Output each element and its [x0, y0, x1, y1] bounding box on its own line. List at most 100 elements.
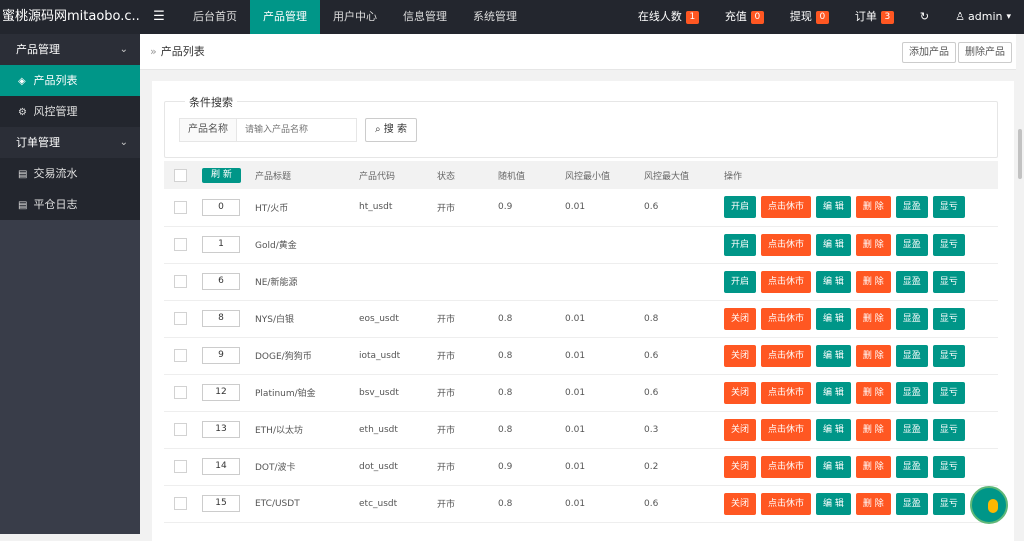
app-title[interactable]: 蜜桃源码网mitaobo.c...	[0, 0, 140, 34]
row-checkbox[interactable]	[174, 423, 187, 436]
top-nav-item[interactable]: 产品管理	[250, 0, 320, 34]
toggle-market-button[interactable]: 关闭	[724, 492, 757, 515]
sort-input[interactable]: 14	[202, 458, 240, 475]
chat-float-button[interactable]	[970, 486, 1008, 524]
product-name-input[interactable]	[237, 118, 357, 142]
sort-input[interactable]: 1	[202, 236, 240, 253]
show-loss-button[interactable]: 显亏	[932, 196, 965, 219]
edit-button[interactable]: 编 辑	[816, 233, 851, 256]
delete-button[interactable]: 删 除	[855, 381, 891, 404]
withdraw-link[interactable]: 提现 0	[777, 0, 842, 34]
top-nav-item[interactable]: 后台首页	[180, 0, 250, 34]
show-loss-button[interactable]: 显亏	[932, 233, 965, 256]
scrollbar-thumb[interactable]	[1018, 129, 1022, 179]
delete-product-button[interactable]: 删除产品	[958, 42, 1012, 63]
sort-input[interactable]: 15	[202, 495, 240, 512]
show-loss-button[interactable]: 显亏	[932, 455, 965, 478]
sidebar-group-product[interactable]: 产品管理 ⌄	[0, 34, 140, 65]
holiday-button[interactable]: 点击休市	[761, 455, 812, 478]
sort-input[interactable]: 9	[202, 347, 240, 364]
delete-button[interactable]: 删 除	[855, 233, 891, 256]
sidebar-group-orders[interactable]: 订单管理 ⌄	[0, 127, 140, 158]
show-loss-button[interactable]: 显亏	[932, 344, 965, 367]
sidebar-item-product-list[interactable]: ◈ 产品列表	[0, 65, 140, 96]
sort-input[interactable]: 0	[202, 198, 240, 216]
recharge-link[interactable]: 充值 0	[712, 0, 777, 34]
show-profit-button[interactable]: 显盈	[895, 196, 928, 219]
select-all-checkbox[interactable]	[174, 168, 187, 182]
top-nav-item[interactable]: 信息管理	[390, 0, 460, 34]
show-loss-button[interactable]: 显亏	[932, 492, 965, 515]
edit-button[interactable]: 编 辑	[816, 455, 851, 478]
holiday-button[interactable]: 点击休市	[761, 270, 812, 293]
sort-input[interactable]: 6	[202, 273, 240, 290]
delete-button[interactable]: 删 除	[855, 307, 891, 330]
holiday-button[interactable]: 点击休市	[761, 344, 812, 367]
holiday-button[interactable]: 点击休市	[761, 196, 812, 219]
show-profit-button[interactable]: 显盈	[895, 270, 928, 293]
delete-button[interactable]: 删 除	[855, 270, 891, 293]
row-checkbox[interactable]	[174, 460, 187, 473]
toggle-market-button[interactable]: 关闭	[724, 381, 757, 404]
row-checkbox[interactable]	[174, 497, 187, 510]
edit-button[interactable]: 编 辑	[816, 307, 851, 330]
show-loss-button[interactable]: 显亏	[932, 307, 965, 330]
toggle-market-button[interactable]: 开启	[724, 196, 757, 219]
show-loss-button[interactable]: 显亏	[932, 270, 965, 293]
online-users[interactable]: 在线人数 1	[625, 0, 712, 34]
show-profit-button[interactable]: 显盈	[895, 344, 928, 367]
scrollbar[interactable]	[1016, 34, 1024, 534]
edit-button[interactable]: 编 辑	[816, 418, 851, 441]
holiday-button[interactable]: 点击休市	[761, 307, 812, 330]
delete-button[interactable]: 删 除	[855, 492, 891, 515]
row-checkbox[interactable]	[174, 349, 187, 362]
edit-button[interactable]: 编 辑	[816, 381, 851, 404]
sort-input[interactable]: 12	[202, 384, 240, 401]
refresh-sort-button[interactable]: 刷 新	[202, 167, 241, 183]
delete-button[interactable]: 删 除	[855, 196, 891, 219]
toggle-market-button[interactable]: 关闭	[724, 418, 757, 441]
sidebar-item-trades[interactable]: ▤ 交易流水	[0, 158, 140, 189]
edit-button[interactable]: 编 辑	[816, 196, 851, 219]
toggle-market-button[interactable]: 关闭	[724, 455, 757, 478]
add-product-button[interactable]: 添加产品	[902, 42, 956, 63]
toggle-market-button[interactable]: 关闭	[724, 344, 757, 367]
holiday-button[interactable]: 点击休市	[761, 381, 812, 404]
toggle-market-button[interactable]: 关闭	[724, 307, 757, 330]
delete-button[interactable]: 删 除	[855, 344, 891, 367]
show-profit-button[interactable]: 显盈	[895, 455, 928, 478]
delete-button[interactable]: 删 除	[855, 455, 891, 478]
top-nav-item[interactable]: 用户中心	[320, 0, 390, 34]
row-checkbox[interactable]	[174, 200, 187, 214]
show-profit-button[interactable]: 显盈	[895, 381, 928, 404]
orders-link[interactable]: 订单 3	[842, 0, 907, 34]
edit-button[interactable]: 编 辑	[816, 492, 851, 515]
sidebar-item-close-log[interactable]: ▤ 平仓日志	[0, 189, 140, 220]
user-menu[interactable]: ♙ admin ▾	[942, 0, 1024, 34]
refresh-icon[interactable]: ↻	[907, 0, 942, 34]
show-profit-button[interactable]: 显盈	[895, 492, 928, 515]
holiday-button[interactable]: 点击休市	[761, 492, 812, 515]
row-checkbox[interactable]	[174, 386, 187, 399]
delete-button[interactable]: 删 除	[855, 418, 891, 441]
sort-input[interactable]: 13	[202, 421, 240, 438]
show-profit-button[interactable]: 显盈	[895, 418, 928, 441]
row-checkbox[interactable]	[174, 275, 187, 288]
menu-icon[interactable]: ☰	[146, 0, 172, 34]
holiday-button[interactable]: 点击休市	[761, 233, 812, 256]
toggle-market-button[interactable]: 开启	[724, 270, 757, 293]
holiday-button[interactable]: 点击休市	[761, 418, 812, 441]
edit-button[interactable]: 编 辑	[816, 344, 851, 367]
show-loss-button[interactable]: 显亏	[932, 381, 965, 404]
show-loss-button[interactable]: 显亏	[932, 418, 965, 441]
edit-button[interactable]: 编 辑	[816, 270, 851, 293]
toggle-market-button[interactable]: 开启	[724, 233, 757, 256]
sort-input[interactable]: 8	[202, 310, 240, 327]
sidebar-item-risk[interactable]: ⚙ 风控管理	[0, 96, 140, 127]
top-nav-item[interactable]: 系统管理	[460, 0, 530, 34]
row-checkbox[interactable]	[174, 312, 187, 325]
show-profit-button[interactable]: 显盈	[895, 233, 928, 256]
row-checkbox[interactable]	[174, 238, 187, 251]
search-button[interactable]: ⌕ 搜 索	[365, 118, 417, 142]
show-profit-button[interactable]: 显盈	[895, 307, 928, 330]
